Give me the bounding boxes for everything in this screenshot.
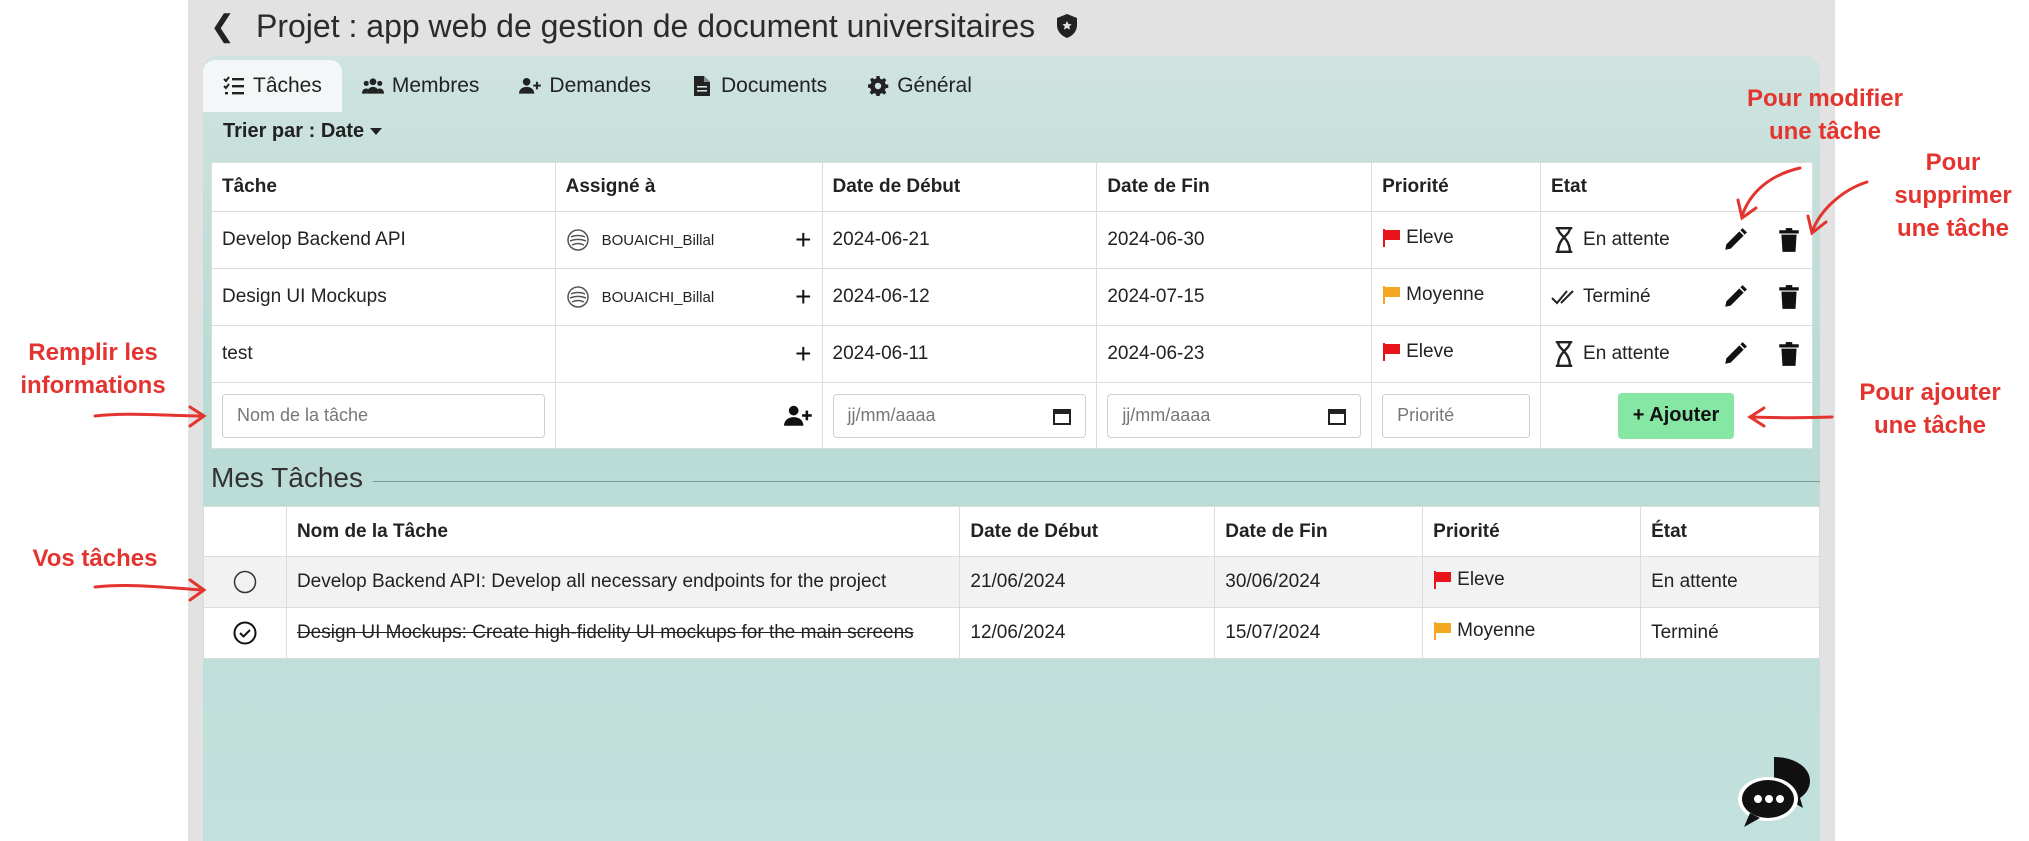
- arrow-remplir: [93, 412, 204, 418]
- arrow-supprimer: [1810, 180, 1869, 234]
- arrow-ajouter: [1748, 415, 1834, 420]
- annotation-arrows: [93, 166, 1869, 602]
- arrow-vos-taches: [93, 583, 204, 592]
- arrow-modifier: [1740, 166, 1802, 218]
